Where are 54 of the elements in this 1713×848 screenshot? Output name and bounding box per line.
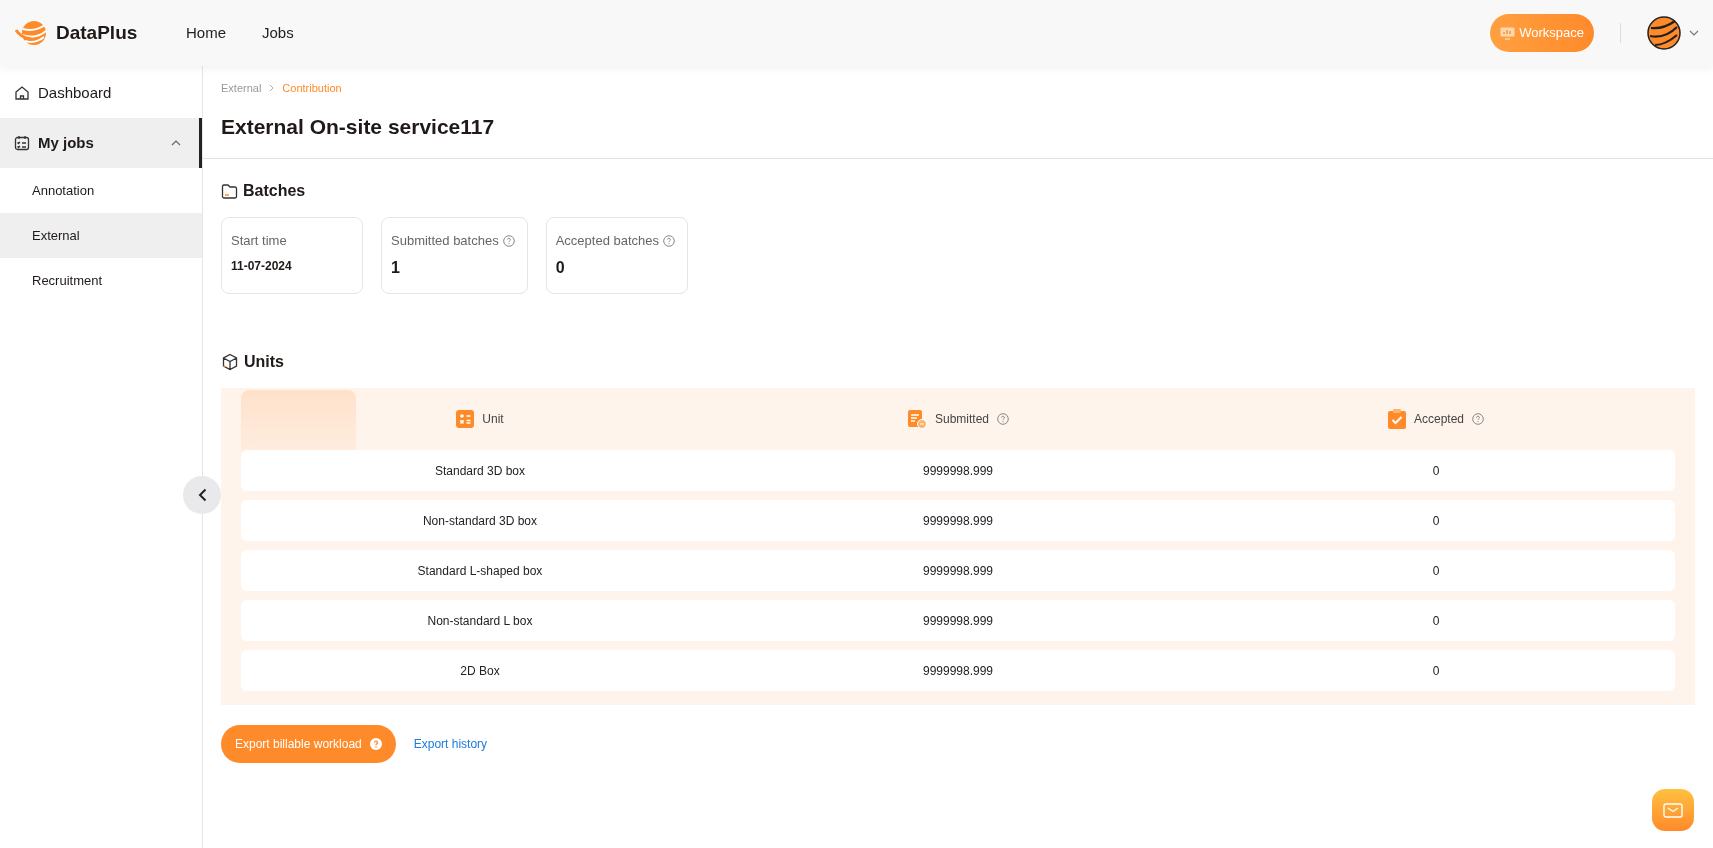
table-cell-text: Non-standard L box — [426, 612, 534, 630]
sidebar-subitem[interactable]: External — [0, 213, 202, 258]
document-icon — [907, 409, 927, 429]
monitor-chart-icon — [1500, 26, 1516, 40]
export-history-link[interactable]: Export history — [413, 735, 488, 753]
collapse-sidebar-button[interactable] — [183, 476, 221, 514]
folder-icon — [221, 182, 238, 200]
column-header: Accepted — [1413, 411, 1464, 428]
table-cell-text: Standard 3D box — [433, 462, 527, 480]
chevron-left-icon — [197, 488, 207, 502]
table-cell-text: Standard L-shaped box — [416, 562, 544, 580]
table-cell-text: 9999998.999 — [921, 612, 995, 630]
column-header: Unit — [482, 411, 504, 428]
table-cell-text: 0 — [1431, 462, 1441, 480]
checked-document-icon — [1387, 409, 1406, 429]
column-header: Submitted — [935, 411, 989, 428]
table-cell-text: 0 — [1431, 662, 1441, 680]
help-icon — [369, 738, 382, 750]
nav-link[interactable]: Home — [186, 21, 226, 45]
sidebar-item[interactable]: Dashboard — [0, 68, 202, 118]
sidebar-subitem[interactable]: Annotation — [0, 168, 202, 213]
section-heading: Units — [244, 352, 284, 372]
table-cell-text: 9999998.999 — [921, 462, 995, 480]
calculator-icon — [456, 410, 475, 428]
stat-label: Submitted batches — [391, 232, 499, 250]
stat-value: 1 — [391, 257, 401, 278]
sidebar-item-label: Dashboard — [38, 82, 113, 103]
table-cell-text: Non-standard 3D box — [421, 512, 539, 530]
table-cell-text: 2D Box — [459, 662, 501, 680]
table-cell-text: 0 — [1431, 562, 1441, 580]
sidebar-item[interactable]: My jobs — [0, 118, 202, 168]
table-cell-text: 0 — [1431, 612, 1441, 630]
table-cell-text: 0 — [1431, 512, 1441, 530]
stat-value: 0 — [555, 257, 566, 278]
chevron-down-icon[interactable] — [1689, 30, 1699, 36]
section-heading: Batches — [243, 181, 306, 201]
stat-value: 11-07-2024 — [231, 257, 293, 275]
table-cell-text: 9999998.999 — [921, 662, 995, 680]
stat-label: Accepted batches — [555, 232, 660, 250]
sidebar-item-label: My jobs — [38, 132, 95, 153]
table-cell-text: 9999998.999 — [921, 562, 995, 580]
clipboard-list-icon — [14, 135, 30, 151]
brand-name: DataPlus — [56, 20, 138, 45]
chevron-icon[interactable] — [171, 140, 181, 146]
page-title: External On-site service117 — [221, 113, 496, 140]
home-icon — [14, 85, 30, 101]
stat-label: Start time — [231, 232, 287, 250]
chevron-right-icon — [269, 84, 275, 93]
cube-icon — [221, 353, 239, 371]
nav-link[interactable]: Jobs — [262, 21, 294, 45]
table-cell-text: 9999998.999 — [921, 512, 995, 530]
mail-icon — [1663, 802, 1683, 818]
sidebar-subitem[interactable]: Recruitment — [0, 258, 202, 303]
avatar-icon[interactable] — [1647, 16, 1681, 50]
